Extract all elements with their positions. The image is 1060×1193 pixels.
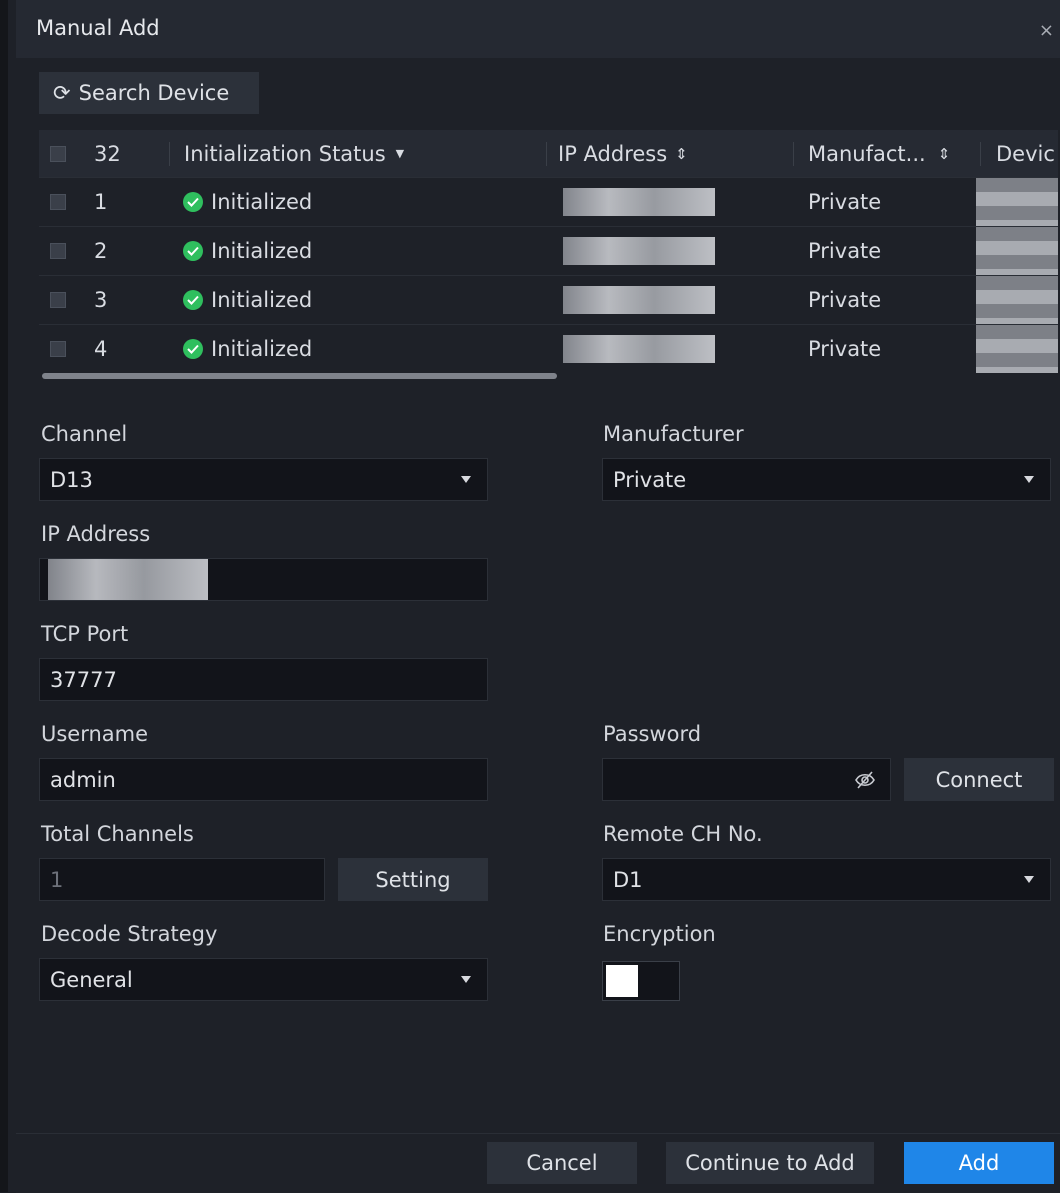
add-button[interactable]: Add xyxy=(904,1142,1054,1184)
table-row[interactable]: 4 Initialized Private xyxy=(39,324,1058,373)
status-cell: Initialized xyxy=(183,178,312,226)
header-device[interactable]: Devic xyxy=(996,130,1055,177)
table-header: 32 Initialization Status ▼ IP Address ⇕ … xyxy=(39,130,1058,177)
manufacturer-cell: Private xyxy=(808,190,882,214)
column-divider xyxy=(546,142,547,166)
caret-down-icon xyxy=(461,975,471,983)
device-redacted xyxy=(976,178,1058,226)
header-ip-address[interactable]: IP Address ⇕ xyxy=(558,130,688,177)
filter-icon[interactable]: ▼ xyxy=(396,147,404,160)
row-number: 2 xyxy=(94,239,108,263)
status-cell: Initialized xyxy=(183,276,312,324)
close-icon[interactable]: × xyxy=(1039,20,1054,41)
remote-ch-select[interactable]: D1 xyxy=(602,858,1051,901)
header-manufacturer[interactable]: Manufact... ⇕ xyxy=(808,130,950,177)
dialog-footer: Cancel Continue to Add Add xyxy=(16,1133,1060,1193)
caret-down-icon xyxy=(461,475,471,483)
ip-address-input[interactable] xyxy=(39,558,488,601)
channel-label: Channel xyxy=(41,422,128,446)
manufacturer-select[interactable]: Private xyxy=(602,458,1051,501)
refresh-icon: ⟳ xyxy=(53,81,71,105)
table-row[interactable]: 3 Initialized Private xyxy=(39,275,1058,324)
encryption-toggle[interactable] xyxy=(602,961,680,1001)
status-cell: Initialized xyxy=(183,227,312,275)
row-checkbox[interactable] xyxy=(50,292,66,308)
channel-select[interactable]: D13 xyxy=(39,458,488,501)
total-channels-label: Total Channels xyxy=(41,822,194,846)
toggle-knob xyxy=(606,965,638,997)
ip-address-label: IP Address xyxy=(41,522,151,546)
decode-strategy-select[interactable]: General xyxy=(39,958,488,1001)
cancel-button[interactable]: Cancel xyxy=(487,1142,637,1184)
caret-down-icon xyxy=(1024,875,1034,883)
check-circle-icon xyxy=(183,192,203,212)
column-divider xyxy=(169,142,170,166)
row-number: 4 xyxy=(94,337,108,361)
sort-icon[interactable]: ⇕ xyxy=(675,145,688,163)
check-circle-icon xyxy=(183,339,203,359)
device-redacted xyxy=(976,276,1058,324)
header-initialization-status[interactable]: Initialization Status ▼ xyxy=(184,130,404,177)
manufacturer-cell: Private xyxy=(808,288,882,312)
continue-to-add-button[interactable]: Continue to Add xyxy=(666,1142,874,1184)
column-divider xyxy=(793,142,794,166)
status-cell: Initialized xyxy=(183,325,312,373)
connect-button[interactable]: Connect xyxy=(904,758,1054,801)
total-channels-input: 1 xyxy=(39,858,325,901)
remote-ch-label: Remote CH No. xyxy=(603,822,763,846)
table-row[interactable]: 2 Initialized Private xyxy=(39,226,1058,275)
device-redacted xyxy=(976,227,1058,275)
row-checkbox[interactable] xyxy=(50,243,66,259)
search-device-label: Search Device xyxy=(78,81,230,105)
dialog-title: Manual Add xyxy=(36,16,160,40)
password-label: Password xyxy=(603,722,702,746)
ip-address-redacted xyxy=(563,188,715,216)
password-input[interactable] xyxy=(602,758,891,801)
sort-icon[interactable]: ⇕ xyxy=(938,145,951,163)
ip-address-redacted xyxy=(48,559,208,600)
caret-down-icon xyxy=(1024,475,1034,483)
manufacturer-cell: Private xyxy=(808,337,882,361)
search-device-button[interactable]: ⟳ Search Device xyxy=(39,72,259,114)
tcp-port-label: TCP Port xyxy=(41,622,129,646)
row-checkbox[interactable] xyxy=(50,194,66,210)
username-input[interactable]: admin xyxy=(39,758,488,801)
table-row[interactable]: 1 Initialized Private xyxy=(39,177,1058,226)
header-count: 32 xyxy=(94,141,121,166)
device-table: 32 Initialization Status ▼ IP Address ⇕ … xyxy=(39,130,1058,378)
select-all-checkbox[interactable] xyxy=(50,145,66,162)
ip-address-redacted xyxy=(563,237,715,265)
check-circle-icon xyxy=(183,241,203,261)
row-number: 3 xyxy=(94,288,108,312)
encryption-label: Encryption xyxy=(603,922,716,946)
tcp-port-input[interactable]: 37777 xyxy=(39,658,488,701)
manufacturer-cell: Private xyxy=(808,239,882,263)
eye-off-icon[interactable] xyxy=(854,770,876,790)
horizontal-scrollbar[interactable] xyxy=(42,373,557,379)
row-number: 1 xyxy=(94,190,108,214)
username-label: Username xyxy=(41,722,149,746)
check-circle-icon xyxy=(183,290,203,310)
decode-strategy-label: Decode Strategy xyxy=(41,922,218,946)
column-divider xyxy=(980,142,981,166)
manufacturer-label: Manufacturer xyxy=(603,422,744,446)
setting-button[interactable]: Setting xyxy=(338,858,488,901)
device-redacted xyxy=(976,325,1058,373)
ip-address-redacted xyxy=(563,335,715,363)
manual-add-dialog: Manual Add × ⟳ Search Device 32 Initiali… xyxy=(0,0,1060,1193)
title-bar: Manual Add × xyxy=(16,0,1060,58)
ip-address-redacted xyxy=(563,286,715,314)
row-checkbox[interactable] xyxy=(50,341,66,357)
